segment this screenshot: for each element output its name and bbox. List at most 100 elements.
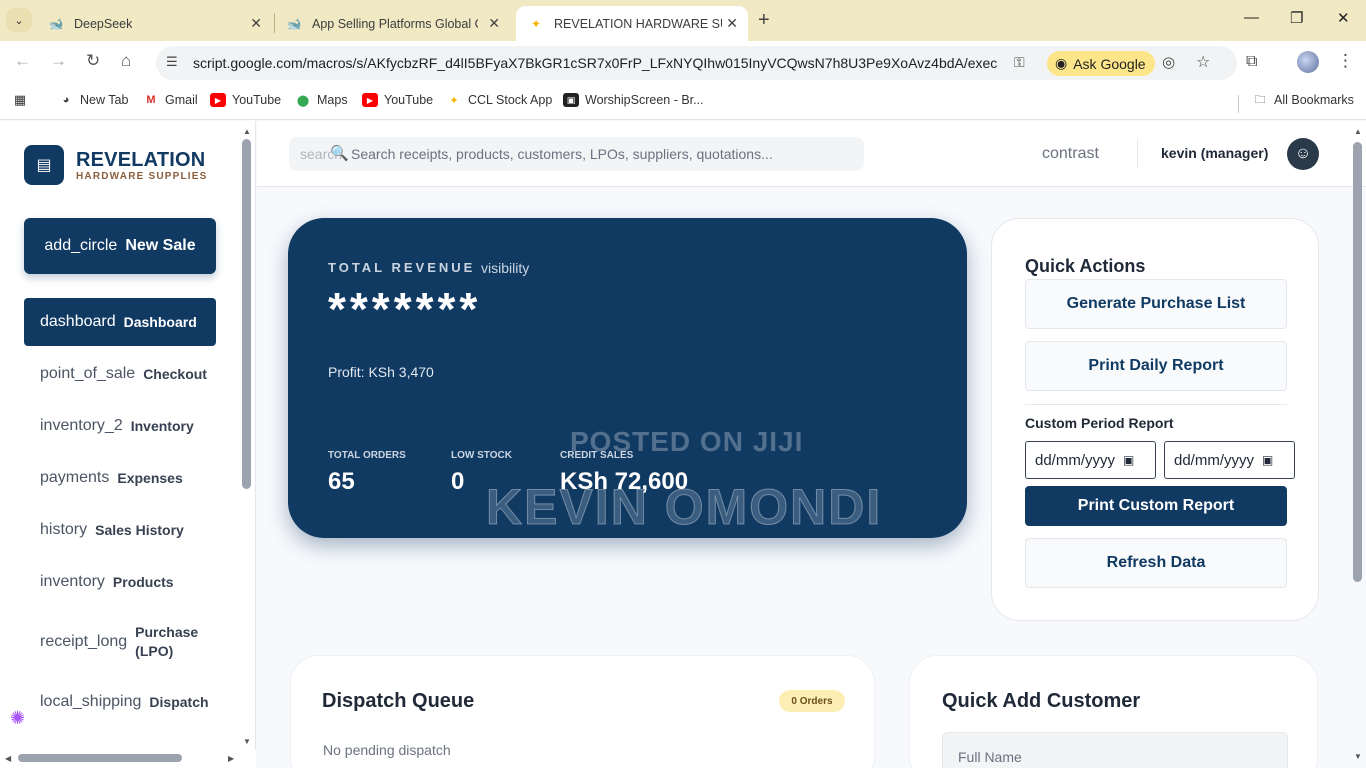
url-text[interactable]: script.google.com/macros/s/AKfycbzRF_d4l… — [193, 55, 997, 71]
sidebar-scrollbar-thumb[interactable] — [242, 139, 251, 489]
app-icon: ✦ — [449, 94, 459, 107]
all-bookmarks[interactable]: 🗀 All Bookmarks — [1252, 93, 1354, 107]
bookmark-youtube[interactable]: ▶ YouTube — [362, 93, 433, 107]
new-tab-icon[interactable]: + — [758, 9, 770, 32]
home-icon[interactable]: ⌂ — [121, 51, 131, 71]
eye-off-icon[interactable]: ◎ — [1162, 53, 1175, 71]
inventory-2-icon: inventory_2 — [40, 417, 123, 434]
search-placeholder: Search receipts, products, customers, LP… — [351, 146, 773, 162]
sidebar-item-label: Checkout — [143, 365, 207, 382]
address-bar-row: ← → ↻ ⌂ ☰ script.google.com/macros/s/AKf… — [0, 41, 1366, 85]
brand[interactable]: ▤ REVELATION HARDWARE SUPPLIES — [24, 145, 208, 185]
point-of-sale-icon: point_of_sale — [40, 365, 136, 382]
bookmark-maps[interactable]: ⬤ Maps — [295, 93, 348, 107]
bookmark-new-tab[interactable]: ◕ New Tab — [58, 93, 129, 107]
profit-text: Profit: KSh 3,470 — [328, 364, 434, 380]
youtube-icon: ▶ — [210, 93, 226, 107]
browser-tab-active[interactable]: ✦ REVELATION HARDWARE SUPPL ✕ — [516, 6, 748, 41]
tab-title: DeepSeek — [74, 16, 133, 31]
browser-menu-icon[interactable]: ⋮ — [1337, 51, 1354, 71]
print-daily-report-button[interactable]: Print Daily Report — [1025, 341, 1287, 391]
bookmark-gmail[interactable]: M Gmail — [143, 93, 197, 107]
back-icon[interactable]: ← — [14, 51, 31, 71]
forward-icon[interactable]: → — [50, 51, 67, 71]
ask-google-label: Ask Google — [1073, 55, 1146, 72]
page-scroll-up-icon[interactable]: ▲ — [1354, 127, 1362, 136]
empty-state-text: No pending dispatch — [323, 742, 451, 758]
restore-icon[interactable]: ❐ — [1290, 9, 1303, 27]
tab-search-button[interactable]: ⌄ — [6, 8, 32, 32]
history-icon: history — [40, 521, 88, 538]
sidebar-item-label: Products — [112, 573, 174, 590]
sidebar-item-dashboard[interactable]: dashboard Dashboard — [24, 298, 216, 346]
sidebar-item-purchase-lpo[interactable]: receipt_long Purchase (LPO) — [24, 618, 216, 666]
sidebar-item-label: Dispatch — [149, 693, 209, 710]
sidebar-item-sales-history[interactable]: history Sales History — [24, 506, 216, 554]
global-search-input[interactable]: search 🔍 Search receipts, products, cust… — [289, 137, 864, 171]
bookmark-label: WorshipScreen - Br... — [585, 93, 704, 107]
password-key-icon[interactable]: ⚿ — [1014, 54, 1025, 71]
sidebar: ▤ REVELATION HARDWARE SUPPLIES add_circl… — [0, 121, 256, 768]
dispatch-queue-title: Dispatch Queue — [322, 690, 475, 712]
extensions-icon[interactable]: ⧉ — [1246, 53, 1257, 71]
browser-tab[interactable]: 🐋 App Selling Platforms Global Gu ✕ — [274, 6, 510, 41]
bookmark-worshipscreen[interactable]: ▣ WorshipScreen - Br... — [563, 93, 704, 107]
browser-tab-strip: ⌄ 🐋 DeepSeek ✕ 🐋 App Selling Platforms G… — [0, 0, 1366, 41]
bookmark-ccl-stock[interactable]: ✦ CCL Stock App — [446, 93, 552, 107]
brain-extension-icon[interactable]: ✺ — [10, 708, 25, 729]
calendar-icon[interactable]: ▣ — [1123, 453, 1134, 467]
scroll-right-arrow-icon[interactable]: ▶ — [228, 754, 234, 763]
new-sale-button[interactable]: add_circle New Sale — [24, 218, 216, 274]
horizontal-scrollbar-thumb[interactable] — [18, 754, 182, 762]
print-custom-report-button[interactable]: Print Custom Report — [1025, 486, 1287, 526]
total-orders-value: 65 — [328, 468, 355, 495]
header-divider — [1137, 139, 1138, 169]
visibility-toggle-icon[interactable]: visibility — [481, 260, 529, 276]
search-icon: 🔍 — [330, 145, 349, 162]
window-close-icon[interactable]: ✕ — [1337, 9, 1350, 27]
all-bookmarks-label: All Bookmarks — [1274, 93, 1354, 107]
close-tab-icon[interactable]: ✕ — [726, 15, 738, 32]
scroll-up-arrow-icon[interactable]: ▲ — [243, 127, 251, 136]
receipt-long-icon: receipt_long — [40, 633, 128, 650]
date-to-field[interactable]: dd/mm/yyyy ▣ — [1164, 441, 1295, 479]
sidebar-item-expenses[interactable]: payments Expenses — [24, 454, 216, 502]
contrast-toggle[interactable]: contrast — [1042, 145, 1099, 163]
apps-grid-icon[interactable]: ▦ — [12, 92, 28, 107]
browser-tab[interactable]: 🐋 DeepSeek ✕ — [36, 6, 272, 41]
date-from-field[interactable]: dd/mm/yyyy ▣ — [1025, 441, 1156, 479]
inventory-icon: inventory — [40, 573, 105, 590]
profile-avatar[interactable] — [1297, 51, 1319, 73]
reload-icon[interactable]: ↻ — [86, 51, 100, 71]
full-name-field[interactable]: Full Name — [942, 732, 1288, 768]
generate-purchase-list-button[interactable]: Generate Purchase List — [1025, 279, 1287, 329]
sidebar-item-dispatch[interactable]: local_shipping Dispatch — [24, 678, 216, 726]
total-revenue-value: ******* — [328, 283, 482, 335]
minimize-icon[interactable]: — — [1244, 9, 1259, 26]
user-name[interactable]: kevin (manager) — [1161, 145, 1268, 161]
bookmark-youtube[interactable]: ▶ YouTube — [210, 93, 281, 107]
sidebar-item-checkout[interactable]: point_of_sale Checkout — [24, 350, 216, 398]
ask-google-button[interactable]: ◉ Ask Google — [1047, 51, 1155, 76]
bookmark-label: Maps — [317, 93, 348, 107]
scroll-down-arrow-icon[interactable]: ▼ — [243, 737, 251, 746]
omnibox[interactable]: ☰ script.google.com/macros/s/AKfycbzRF_d… — [156, 46, 1237, 80]
calendar-icon[interactable]: ▣ — [1262, 453, 1273, 467]
site-info-icon[interactable]: ☰ — [166, 54, 178, 70]
avatar[interactable]: ☺ — [1287, 138, 1319, 170]
total-revenue-card: TOTAL REVENUE visibility ******* Profit:… — [288, 218, 967, 538]
sidebar-item-products[interactable]: inventory Products — [24, 558, 216, 606]
sidebar-item-inventory[interactable]: inventory_2 Inventory — [24, 402, 216, 450]
main-content: search 🔍 Search receipts, products, cust… — [257, 121, 1366, 768]
scroll-left-arrow-icon[interactable]: ◀ — [5, 754, 11, 763]
page-scrollbar-thumb[interactable] — [1353, 142, 1362, 582]
refresh-data-button[interactable]: Refresh Data — [1025, 538, 1287, 588]
close-tab-icon[interactable]: ✕ — [488, 15, 500, 32]
bookmark-star-icon[interactable]: ☆ — [1196, 52, 1210, 72]
chrome-icon: ◕ — [62, 94, 70, 106]
page-scroll-down-icon[interactable]: ▼ — [1354, 752, 1362, 761]
deepseek-icon: 🐋 — [48, 16, 64, 31]
watermark-name: KEVIN OMONDI — [485, 479, 883, 536]
store-logo-icon: ▤ — [24, 145, 64, 185]
close-tab-icon[interactable]: ✕ — [250, 15, 262, 32]
